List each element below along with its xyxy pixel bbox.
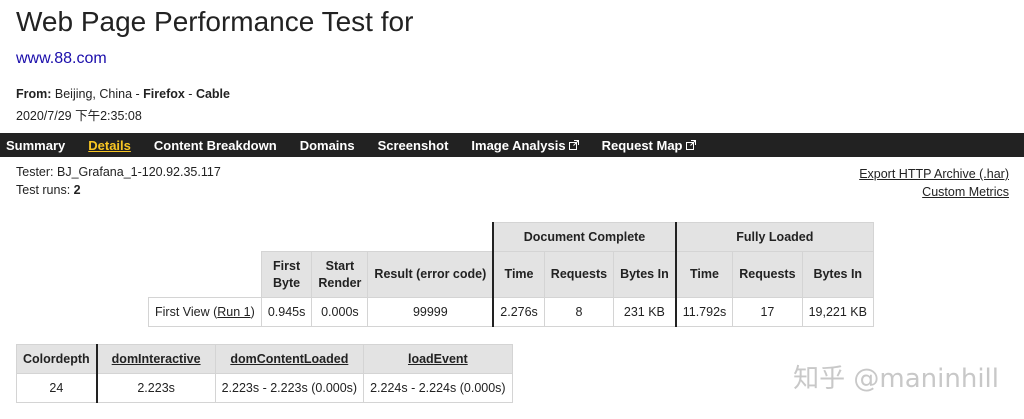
result-value: 99999 (367, 297, 494, 327)
watermark: 知乎 @maninhill (793, 364, 999, 394)
first-view-label: First View (Run 1) (148, 297, 262, 327)
first-byte-value: 0.945s (260, 297, 313, 327)
table-spacer (149, 252, 262, 298)
label-text: ) (250, 305, 255, 319)
first-byte-header: First Byte (260, 251, 313, 298)
fl-bytes-header: Bytes In (801, 251, 874, 298)
nav-bar: Summary Details Content Breakdown Domain… (0, 133, 1024, 157)
export-links: Export HTTP Archive (.har) Custom Metric… (859, 165, 1009, 201)
tab-label: Domains (299, 137, 355, 153)
start-render-header: Start Render (311, 251, 369, 298)
tab-label: Image Analysis (471, 137, 566, 153)
performance-results-table: Document Complete Fully Loaded First Byte… (148, 222, 874, 327)
tab-image-analysis[interactable]: Image Analysis (471, 137, 579, 153)
custom-metrics-link[interactable]: Custom Metrics (859, 183, 1009, 201)
start-render-value: 0.000s (311, 297, 369, 327)
dc-requests-value: 8 (543, 297, 615, 327)
dc-bytes-header: Bytes In (613, 251, 677, 298)
header-text: loadEvent (407, 352, 468, 366)
result-header: Result (error code) (367, 251, 494, 298)
domcontentloaded-header: domContentLoaded (214, 344, 365, 374)
test-location-line: From: Beijing, China - Firefox - Cable (16, 87, 230, 101)
tester-info: Tester: BJ_Grafana_1-120.92.35.117 (16, 165, 221, 179)
dominteractive-value: 2.223s (95, 373, 216, 403)
fully-loaded-header: Fully Loaded (674, 222, 874, 252)
table-row: 24 2.223s 2.223s - 2.223s (0.000s) 2.224… (15, 373, 513, 403)
from-label: From: (16, 87, 52, 101)
header-line: First (273, 258, 301, 273)
dc-time-value: 2.276s (492, 297, 545, 327)
fl-requests-header: Requests (732, 251, 803, 298)
export-har-link[interactable]: Export HTTP Archive (.har) (859, 165, 1009, 183)
fl-time-value: 11.792s (674, 297, 734, 327)
tab-details[interactable]: Details (88, 138, 131, 153)
header-line: Start (325, 258, 355, 273)
from-location: Beijing, China - (51, 87, 144, 101)
fl-bytes-value: 19,221 KB (801, 297, 874, 327)
header-line: Byte (273, 275, 301, 290)
test-datetime: 2020/7/29 下午2:35:08 (16, 109, 142, 123)
browser-name: Firefox (143, 87, 185, 101)
fl-time-header: Time (674, 251, 734, 298)
tab-screenshot[interactable]: Screenshot (378, 138, 449, 153)
separator: - (184, 87, 196, 101)
run-1-link[interactable]: Run 1 (217, 305, 250, 319)
fl-requests-value: 17 (732, 297, 803, 327)
tested-url-link[interactable]: www.88.com (16, 50, 107, 68)
header-text: domInteractive (111, 352, 201, 366)
tab-content-breakdown[interactable]: Content Breakdown (154, 138, 277, 153)
test-runs: Test runs: 2 (16, 183, 81, 197)
page-title: Web Page Performance Test for (16, 6, 414, 37)
table-spacer (149, 223, 494, 252)
tab-label: Request Map (601, 137, 683, 153)
runs-label: Test runs: (16, 183, 74, 197)
dominteractive-header: domInteractive (95, 344, 216, 374)
tab-label: Summary (6, 137, 66, 153)
runs-value: 2 (73, 183, 81, 197)
tab-domains[interactable]: Domains (300, 138, 355, 153)
label-text: First View ( (155, 305, 218, 319)
colordepth-value: 24 (15, 373, 98, 403)
tab-label: Screenshot (377, 137, 449, 153)
tab-summary[interactable]: Summary (6, 138, 65, 153)
table-row: First View (Run 1) 0.945s 0.000s 99999 2… (148, 297, 874, 327)
tab-request-map[interactable]: Request Map (602, 138, 696, 153)
tab-label: Details (88, 137, 131, 153)
loadevent-header: loadEvent (363, 344, 513, 374)
header-text: domContentLoaded (230, 352, 349, 366)
external-link-icon (568, 140, 579, 150)
header-line: Render (318, 275, 362, 290)
dc-time-header: Time (492, 251, 545, 298)
domcontentloaded-value: 2.223s - 2.223s (0.000s) (214, 373, 365, 403)
loadevent-value: 2.224s - 2.224s (0.000s) (363, 373, 513, 403)
timings-table: Colordepth domInteractive domContentLoad… (15, 344, 513, 403)
dc-bytes-value: 231 KB (613, 297, 677, 327)
connection-type: Cable (195, 87, 230, 101)
external-link-icon (685, 140, 696, 150)
document-complete-header: Document Complete (492, 222, 677, 252)
colordepth-header: Colordepth (15, 344, 98, 374)
dc-requests-header: Requests (543, 251, 615, 298)
tab-label: Content Breakdown (153, 137, 277, 153)
